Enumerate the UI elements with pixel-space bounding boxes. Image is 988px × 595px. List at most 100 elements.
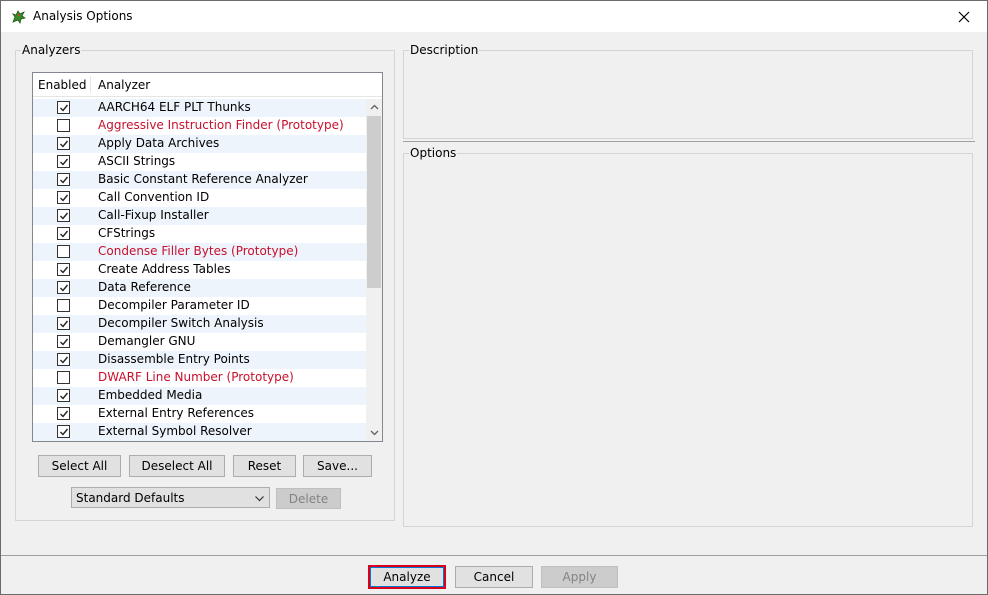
checkmark-icon: [59, 392, 68, 400]
profile-selected-value: Standard Defaults: [76, 491, 185, 505]
analyzer-name: Decompiler Parameter ID: [98, 298, 250, 312]
analyzer-row[interactable]: Decompiler Parameter ID: [33, 297, 366, 315]
delete-button[interactable]: Delete: [276, 488, 341, 509]
analyzer-row[interactable]: External Symbol Resolver: [33, 423, 366, 441]
analyzer-row[interactable]: Embedded Media: [33, 387, 366, 405]
analyzer-row[interactable]: Demangler GNU: [33, 333, 366, 351]
analyzer-name: Embedded Media: [98, 388, 203, 402]
analyzer-row[interactable]: ASCII Strings: [33, 153, 366, 171]
window-title: Analysis Options: [33, 9, 133, 23]
checkmark-icon: [59, 104, 68, 112]
checkmark-icon: [59, 176, 68, 184]
enabled-checkbox[interactable]: [57, 245, 70, 258]
checkmark-icon: [59, 284, 68, 292]
analyzer-name: Decompiler Switch Analysis: [98, 316, 264, 330]
enabled-checkbox[interactable]: [57, 101, 70, 114]
analyzer-name: Disassemble Entry Points: [98, 352, 250, 366]
description-group: Description: [403, 43, 973, 139]
analyzer-row[interactable]: Create Address Tables: [33, 261, 366, 279]
vertical-scrollbar[interactable]: [366, 99, 382, 441]
analyzer-row[interactable]: Basic Constant Reference Analyzer: [33, 171, 366, 189]
description-legend: Description: [410, 43, 479, 57]
table-header: Enabled Analyzer: [33, 73, 382, 97]
checkmark-icon: [59, 194, 68, 202]
analysis-options-dialog: Analysis Options Analyzers Enabled Analy…: [0, 0, 988, 595]
options-group: Options: [403, 146, 973, 527]
checkmark-icon: [59, 212, 68, 220]
column-divider: [90, 76, 91, 93]
save-button[interactable]: Save...: [303, 455, 372, 477]
enabled-checkbox[interactable]: [57, 137, 70, 150]
dragon-app-icon: [10, 8, 27, 25]
select-all-button[interactable]: Select All: [38, 455, 121, 477]
scroll-down-icon[interactable]: [366, 425, 382, 441]
profile-dropdown[interactable]: Standard Defaults: [71, 487, 270, 508]
analyzers-legend: Analyzers: [22, 43, 81, 57]
enabled-checkbox[interactable]: [57, 299, 70, 312]
analyzer-name: Create Address Tables: [98, 262, 231, 276]
enabled-checkbox[interactable]: [57, 281, 70, 294]
analyzer-row[interactable]: DWARF Line Number (Prototype): [33, 369, 366, 387]
options-legend: Options: [410, 146, 457, 160]
analyzer-name: CFStrings: [98, 226, 156, 240]
checkmark-icon: [59, 356, 68, 364]
footer-divider: [1, 555, 987, 556]
dialog-body: Analyzers Enabled Analyzer AARCH64 ELF P…: [3, 32, 985, 555]
checkmark-icon: [59, 410, 68, 418]
analyzer-row[interactable]: Data Reference: [33, 279, 366, 297]
checkmark-icon: [59, 230, 68, 238]
analyze-button[interactable]: Analyze: [368, 565, 446, 589]
analyzers-table: Enabled Analyzer AARCH64 ELF PLT Thunks A…: [32, 72, 383, 442]
analyzer-row[interactable]: Aggressive Instruction Finder (Prototype…: [33, 117, 366, 135]
checkmark-icon: [59, 320, 68, 328]
apply-button[interactable]: Apply: [541, 566, 618, 588]
checkmark-icon: [59, 266, 68, 274]
column-header-enabled[interactable]: Enabled: [38, 78, 87, 92]
analyzer-row[interactable]: External Entry References: [33, 405, 366, 423]
enabled-checkbox[interactable]: [57, 317, 70, 330]
close-icon: [958, 11, 970, 22]
analyzer-row[interactable]: AARCH64 ELF PLT Thunks: [33, 99, 366, 117]
enabled-checkbox[interactable]: [57, 119, 70, 132]
reset-button[interactable]: Reset: [233, 455, 296, 477]
enabled-checkbox[interactable]: [57, 155, 70, 168]
enabled-checkbox[interactable]: [57, 227, 70, 240]
scroll-up-icon[interactable]: [366, 99, 382, 115]
analyzer-name: ASCII Strings: [98, 154, 176, 168]
checkmark-icon: [59, 158, 68, 166]
analyzer-row[interactable]: CFStrings: [33, 225, 366, 243]
analyzer-name: External Symbol Resolver: [98, 424, 252, 438]
analyzer-row[interactable]: Call-Fixup Installer: [33, 207, 366, 225]
analyzer-name: Call-Fixup Installer: [98, 208, 209, 222]
checkmark-icon: [59, 338, 68, 346]
enabled-checkbox[interactable]: [57, 173, 70, 186]
analyzer-name: External Entry References: [98, 406, 255, 420]
enabled-checkbox[interactable]: [57, 335, 70, 348]
enabled-checkbox[interactable]: [57, 263, 70, 276]
enabled-checkbox[interactable]: [57, 425, 70, 438]
analyzer-name: Data Reference: [98, 280, 191, 294]
analyzer-row[interactable]: Disassemble Entry Points: [33, 351, 366, 369]
enabled-checkbox[interactable]: [57, 407, 70, 420]
checkmark-icon: [59, 140, 68, 148]
analyzer-row[interactable]: Decompiler Switch Analysis: [33, 315, 366, 333]
panel-splitter[interactable]: [403, 141, 975, 142]
analyzer-row[interactable]: Call Convention ID: [33, 189, 366, 207]
enabled-checkbox[interactable]: [57, 191, 70, 204]
enabled-checkbox[interactable]: [57, 371, 70, 384]
analyzer-row[interactable]: Condense Filler Bytes (Prototype): [33, 243, 366, 261]
deselect-all-button[interactable]: Deselect All: [129, 455, 225, 477]
analyzer-name: Apply Data Archives: [98, 136, 220, 150]
analyzer-name: Call Convention ID: [98, 190, 210, 204]
column-header-analyzer[interactable]: Analyzer: [98, 78, 150, 92]
close-button[interactable]: [941, 1, 987, 32]
cancel-button[interactable]: Cancel: [455, 566, 533, 588]
enabled-checkbox[interactable]: [57, 353, 70, 366]
analyzer-name: Demangler GNU: [98, 334, 196, 348]
analyzer-row[interactable]: Apply Data Archives: [33, 135, 366, 153]
analyzer-rows: AARCH64 ELF PLT Thunks Aggressive Instruc…: [33, 99, 366, 441]
analyzer-name: Condense Filler Bytes (Prototype): [98, 244, 299, 258]
enabled-checkbox[interactable]: [57, 209, 70, 222]
scroll-thumb[interactable]: [367, 116, 381, 288]
enabled-checkbox[interactable]: [57, 389, 70, 402]
